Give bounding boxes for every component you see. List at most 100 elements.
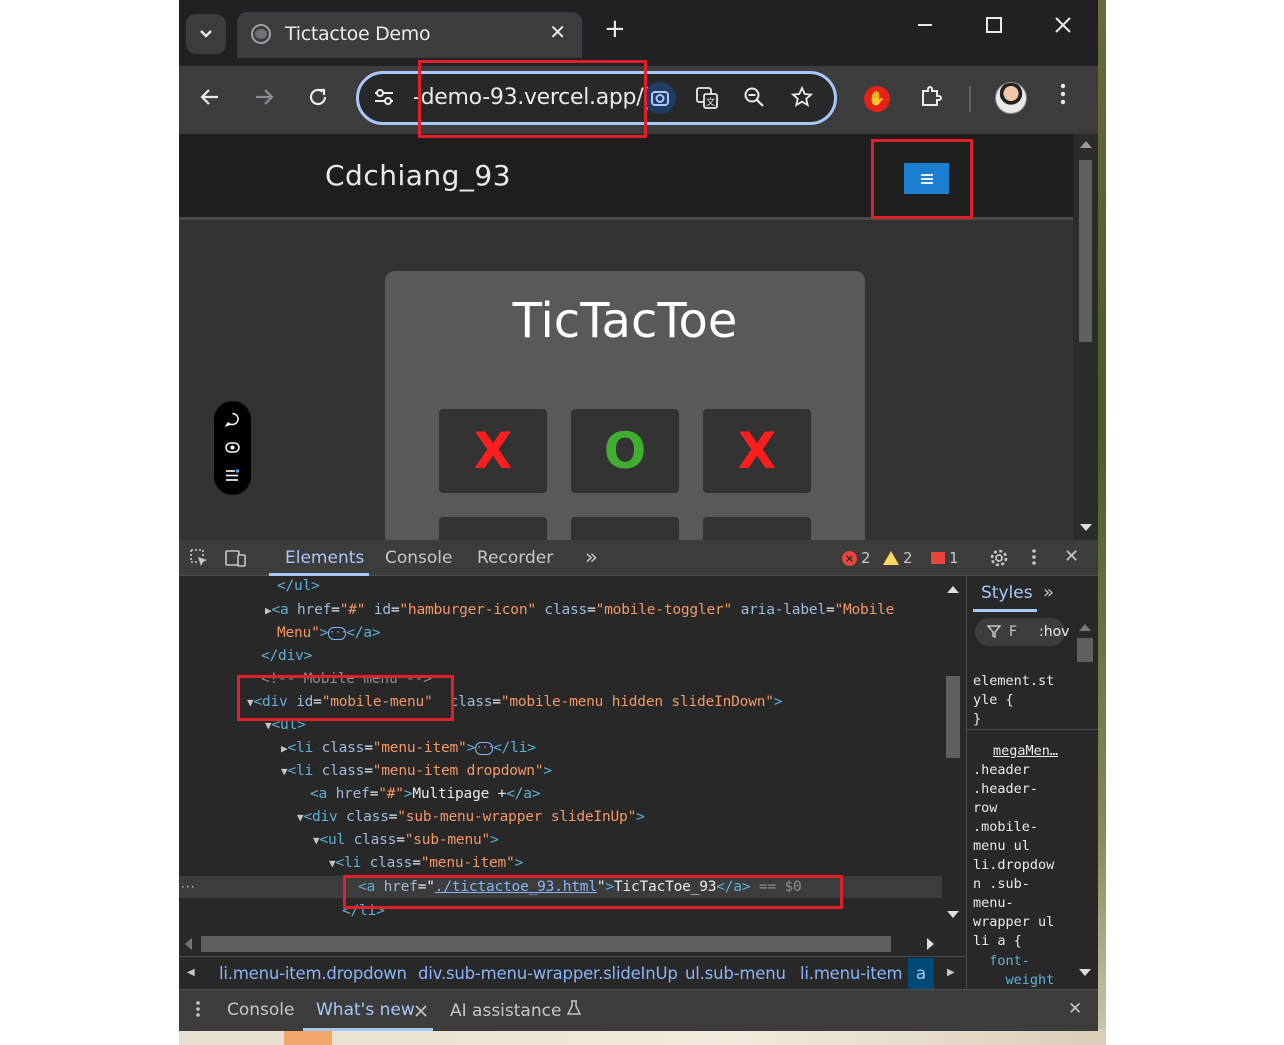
scroll-up-arrow[interactable] [1079, 624, 1091, 631]
list-icon[interactable] [225, 468, 240, 486]
forward-button[interactable] [253, 86, 275, 112]
devtools-panel: Elements Console Recorder » × 2 2 1 ✕ ···… [179, 540, 1098, 1031]
board-cell[interactable] [571, 517, 679, 540]
scroll-down-arrow[interactable] [1080, 524, 1092, 531]
board-cell[interactable]: O [571, 409, 679, 493]
browser-tab[interactable]: Tictactoe Demo ✕ [237, 12, 582, 58]
page-scrollbar[interactable] [1073, 134, 1098, 540]
styles-filter[interactable]: F :hov [975, 618, 1069, 646]
hand-stop-extension-icon[interactable]: ✋ [864, 86, 890, 112]
scrollbar-thumb[interactable] [201, 936, 891, 952]
close-window-button[interactable] [1054, 16, 1072, 39]
bookmark-star-icon[interactable] [790, 85, 814, 111]
browser-menu-button[interactable] [1059, 82, 1067, 112]
warning-count-value: 2 [903, 549, 913, 567]
extensions-puzzle-icon[interactable] [919, 84, 943, 114]
dom-line[interactable]: ▼<li class="menu-item"> [329, 855, 523, 871]
rule-source-link[interactable]: megaMen… [993, 742, 1058, 761]
dom-line[interactable]: ▶<li class="menu-item">···</li> [281, 740, 536, 756]
dom-line[interactable]: ▼<li class="menu-item dropdown"> [281, 763, 552, 779]
tab-close-button[interactable]: ✕ [549, 20, 566, 44]
error-count[interactable]: × 2 [842, 549, 871, 567]
scrollbar-thumb[interactable] [1079, 160, 1092, 342]
minimize-button[interactable] [916, 16, 934, 39]
board-cell[interactable] [439, 517, 547, 540]
breadcrumb-item[interactable]: ul.sub-menu [685, 964, 786, 983]
eye-icon[interactable] [225, 440, 240, 458]
devtools-more-icon[interactable] [1031, 548, 1037, 570]
google-lens-icon[interactable] [644, 82, 676, 114]
scrollbar-thumb[interactable] [1077, 638, 1093, 662]
scroll-down-arrow[interactable] [947, 911, 959, 918]
element-style-rule[interactable]: element.st yle { } [973, 672, 1054, 729]
board-cell[interactable]: X [703, 409, 811, 493]
new-tab-button[interactable]: + [604, 16, 626, 42]
breadcrumb-item[interactable]: div.sub-menu-wrapper.slideInUp [418, 964, 678, 983]
rule-selector[interactable]: .header .header- row .mobile- menu ul li… [973, 761, 1054, 951]
settings-gear-icon[interactable] [989, 548, 1009, 572]
breadcrumb-left-arrow[interactable]: ◀ [187, 967, 195, 978]
styles-tab-indicator [973, 609, 1037, 612]
more-tabs-button[interactable]: » [585, 545, 598, 569]
drawer-close-button[interactable]: ✕ [1068, 999, 1082, 1019]
tab-elements[interactable]: Elements [285, 548, 364, 568]
dom-tag: </div> [261, 648, 313, 664]
elements-horizontal-scrollbar[interactable] [179, 932, 942, 956]
node-actions-dots[interactable]: ··· [181, 880, 195, 894]
translate-icon[interactable]: 文 [695, 86, 719, 113]
warning-count[interactable]: 2 [883, 549, 913, 567]
tab-search-button[interactable] [186, 14, 226, 54]
device-toolbar-icon[interactable] [225, 548, 247, 572]
dom-line[interactable]: </ul> [277, 578, 320, 594]
chevron-down-icon [200, 30, 212, 38]
dom-value: "menu-item" [372, 740, 467, 756]
collapsed-content-icon[interactable]: ··· [475, 741, 494, 755]
scrollbar-thumb[interactable] [946, 676, 960, 758]
breadcrumb-item-active[interactable]: a [908, 958, 934, 989]
dom-value: "mobile-toggler" [595, 602, 733, 618]
rule-property[interactable]: font- weight [973, 952, 1054, 989]
back-button[interactable] [199, 86, 221, 112]
styles-scrollbar[interactable] [1073, 616, 1097, 988]
comment-icon[interactable] [224, 412, 240, 430]
scroll-left-arrow[interactable] [185, 938, 192, 950]
breadcrumb-item[interactable]: li.menu-item.dropdown [219, 964, 407, 983]
scroll-right-arrow[interactable] [927, 938, 934, 950]
toolbar-divider [969, 86, 971, 112]
tab-recorder[interactable]: Recorder [477, 548, 553, 568]
scroll-up-arrow[interactable] [1080, 141, 1092, 148]
breadcrumb-item[interactable]: li.menu-item [800, 964, 903, 983]
dom-line[interactable]: ▼<ul class="sub-menu"> [313, 832, 499, 848]
breadcrumb-right-arrow[interactable]: ▶ [947, 967, 955, 978]
zoom-icon[interactable] [743, 86, 765, 111]
tab-styles[interactable]: Styles [981, 583, 1033, 603]
tab-console[interactable]: Console [385, 548, 453, 568]
drawer-tab-close-icon[interactable] [415, 1002, 427, 1022]
drawer-menu-icon[interactable] [195, 1000, 201, 1023]
inspect-element-icon[interactable] [189, 548, 209, 572]
dom-line[interactable]: </div> [261, 648, 312, 664]
drawer-tab-whats-new[interactable]: What's new [316, 1000, 415, 1020]
drawer-tab-console[interactable]: Console [227, 1000, 295, 1020]
hov-toggle[interactable]: :hov [1039, 624, 1069, 640]
dom-line[interactable]: Menu">···</a> [277, 625, 381, 641]
filter-input[interactable]: F [1009, 624, 1017, 640]
profile-avatar[interactable] [995, 82, 1027, 114]
board-cell[interactable]: X [439, 409, 547, 493]
collapsed-content-icon[interactable]: ··· [328, 626, 347, 640]
maximize-button[interactable] [985, 16, 1003, 39]
dom-line[interactable]: <a href="#">Multipage +</a> [310, 786, 541, 802]
issues-count[interactable]: 1 [931, 549, 959, 567]
devtools-close-button[interactable]: ✕ [1064, 548, 1079, 566]
board-cell[interactable] [703, 517, 811, 540]
site-brand[interactable]: Cdchiang_93 [325, 159, 511, 192]
elements-vertical-scrollbar[interactable] [942, 576, 964, 932]
site-info-icon[interactable] [373, 87, 397, 109]
scroll-down-arrow[interactable] [1079, 969, 1091, 976]
reload-button[interactable] [307, 86, 329, 112]
dom-line[interactable]: ▶<a href="#" id="hamburger-icon" class="… [265, 602, 894, 618]
styles-more-tabs[interactable]: » [1043, 582, 1054, 603]
scroll-up-arrow[interactable] [947, 586, 959, 593]
dom-line[interactable]: ▼<div class="sub-menu-wrapper slideInUp"… [297, 809, 645, 825]
drawer-tab-ai-assistance[interactable]: AI assistance [450, 1000, 582, 1021]
